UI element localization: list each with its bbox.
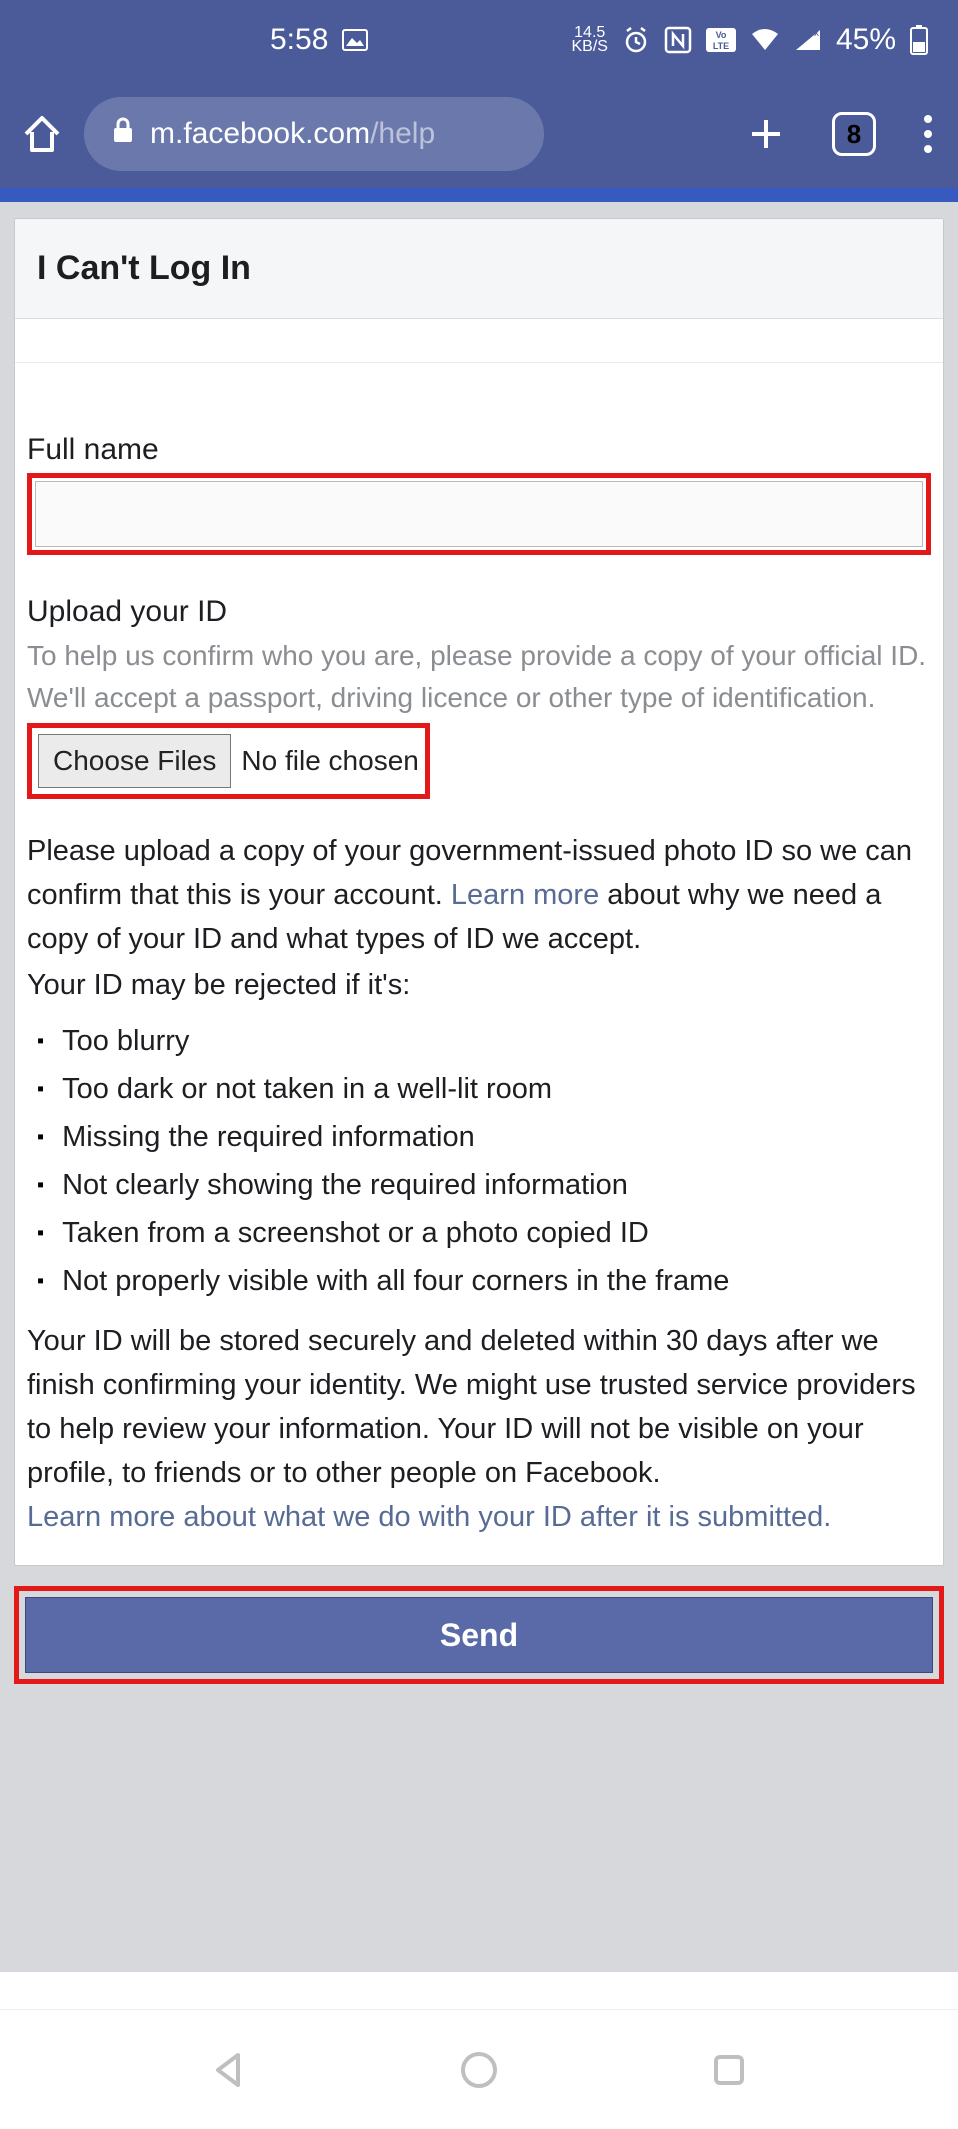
svg-text:x: x bbox=[814, 28, 819, 39]
fb-header-bar bbox=[0, 188, 958, 202]
network-speed: 14.5KB/S bbox=[571, 26, 607, 54]
list-item: Not clearly showing the required informa… bbox=[27, 1161, 931, 1209]
page-background: I Can't Log In Full name Upload your ID … bbox=[0, 202, 958, 1972]
list-item: Too dark or not taken in a well-lit room bbox=[27, 1065, 931, 1113]
highlight-fullname bbox=[27, 473, 931, 555]
description-text: Please upload a copy of your government-… bbox=[27, 829, 931, 961]
lock-icon bbox=[112, 117, 134, 151]
choose-files-button[interactable]: Choose Files bbox=[38, 734, 231, 788]
home-nav-icon[interactable] bbox=[458, 2049, 500, 2091]
svg-text:Vo: Vo bbox=[716, 30, 727, 40]
home-icon[interactable] bbox=[20, 112, 64, 156]
list-item: Missing the required information bbox=[27, 1113, 931, 1161]
back-icon[interactable] bbox=[208, 2049, 250, 2091]
signal-icon: x bbox=[794, 28, 822, 52]
highlight-send: Send bbox=[14, 1586, 944, 1684]
gallery-icon bbox=[342, 29, 368, 51]
reject-list: Too blurry Too dark or not taken in a we… bbox=[27, 1017, 931, 1305]
status-time: 5:58 bbox=[270, 23, 328, 57]
list-item: Too blurry bbox=[27, 1017, 931, 1065]
list-item: Taken from a screenshot or a photo copie… bbox=[27, 1209, 931, 1257]
overflow-menu-icon[interactable] bbox=[924, 115, 932, 153]
wifi-icon bbox=[750, 28, 780, 52]
send-button[interactable]: Send bbox=[25, 1597, 933, 1673]
volte-icon: VoLTE bbox=[706, 28, 736, 52]
sub-header-bar bbox=[15, 319, 943, 363]
android-status-bar: 5:58 14.5KB/S VoLTE x 45% bbox=[0, 0, 958, 80]
storage-text: Your ID will be stored securely and dele… bbox=[27, 1319, 931, 1495]
full-name-input[interactable] bbox=[35, 481, 923, 547]
reject-intro: Your ID may be rejected if it's: bbox=[27, 963, 931, 1007]
chrome-toolbar: m.facebook.com/help 8 bbox=[0, 80, 958, 188]
upload-label: Upload your ID bbox=[27, 595, 931, 629]
highlight-file: Choose Files No file chosen bbox=[27, 723, 430, 799]
android-nav-bar bbox=[0, 2009, 958, 2129]
learn-more-storage-link[interactable]: Learn more about what we do with your ID… bbox=[27, 1495, 931, 1539]
new-tab-icon[interactable] bbox=[748, 116, 784, 152]
page-title: I Can't Log In bbox=[15, 219, 943, 319]
no-file-label: No file chosen bbox=[241, 745, 418, 777]
help-form-card: I Can't Log In Full name Upload your ID … bbox=[14, 218, 944, 1566]
upload-help-text: To help us confirm who you are, please p… bbox=[27, 635, 931, 719]
battery-icon bbox=[910, 25, 928, 55]
url-text: m.facebook.com/help bbox=[150, 117, 435, 151]
recent-apps-icon[interactable] bbox=[708, 2049, 750, 2091]
tabs-button[interactable]: 8 bbox=[832, 112, 876, 156]
alarm-icon bbox=[622, 26, 650, 54]
svg-text:LTE: LTE bbox=[713, 41, 729, 51]
nfc-icon bbox=[664, 26, 692, 54]
list-item: Not properly visible with all four corne… bbox=[27, 1257, 931, 1305]
full-name-label: Full name bbox=[27, 433, 931, 467]
learn-more-link[interactable]: Learn more bbox=[451, 879, 599, 911]
address-bar[interactable]: m.facebook.com/help bbox=[84, 97, 544, 171]
battery-percent: 45% bbox=[836, 23, 896, 57]
